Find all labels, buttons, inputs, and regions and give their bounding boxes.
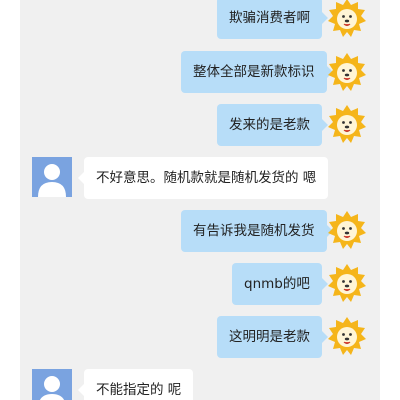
message-bubble[interactable]: 这明明是老款 (217, 316, 328, 358)
message-bubble[interactable]: qnmb的吧 (232, 263, 328, 305)
message-bubble[interactable]: 欺骗消费者啊 (217, 0, 328, 39)
message-bubble[interactable]: 不能指定的 呢 (77, 369, 194, 400)
message-outgoing: 这明明是老款 (217, 316, 328, 358)
message-bubble[interactable]: 发来的是老款 (217, 104, 328, 146)
chat-conversation[interactable]: 欺骗消费者啊 整体全部是新款标识 发来的是老款 不好意思。随机款就是随机发货的 … (20, 0, 380, 400)
message-outgoing: 发来的是老款 (217, 104, 328, 146)
user-avatar-icon[interactable] (32, 157, 72, 197)
user-avatar-icon[interactable] (32, 369, 72, 400)
message-bubble[interactable]: 有告诉我是随机发货 (181, 210, 332, 252)
lion-avatar-icon[interactable] (327, 0, 367, 38)
lion-avatar-icon[interactable] (327, 210, 367, 250)
lion-avatar-icon[interactable] (327, 263, 367, 303)
message-outgoing: 有告诉我是随机发货 (181, 210, 332, 252)
lion-avatar-icon[interactable] (327, 104, 367, 144)
lion-avatar-icon[interactable] (327, 52, 367, 92)
message-bubble[interactable]: 不好意思。随机款就是随机发货的 嗯 (77, 157, 329, 199)
message-bubble[interactable]: 整体全部是新款标识 (181, 51, 332, 93)
message-outgoing: qnmb的吧 (232, 263, 328, 305)
message-incoming: 不能指定的 呢 (77, 369, 194, 400)
lion-avatar-icon[interactable] (327, 316, 367, 356)
message-outgoing: 欺骗消费者啊 (217, 0, 328, 39)
message-outgoing: 整体全部是新款标识 (181, 51, 332, 93)
message-incoming: 不好意思。随机款就是随机发货的 嗯 (77, 157, 329, 199)
